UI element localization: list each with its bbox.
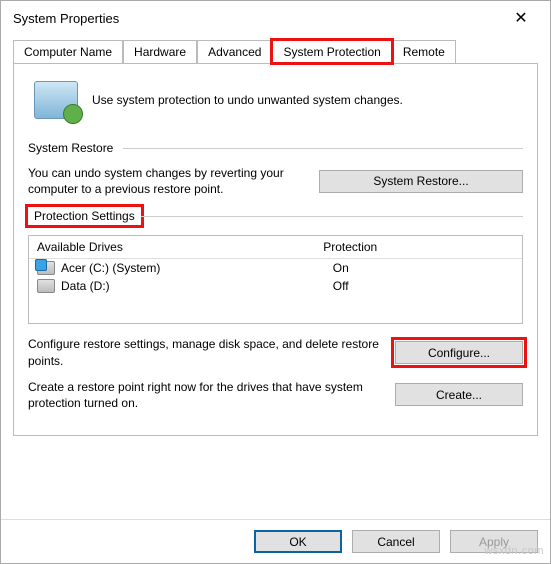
tab-advanced[interactable]: Advanced xyxy=(197,40,272,63)
configure-button[interactable]: Configure... xyxy=(395,341,523,364)
intro-text: Use system protection to undo unwanted s… xyxy=(92,93,403,107)
create-desc: Create a restore point right now for the… xyxy=(28,379,381,411)
drive-protection: Off xyxy=(333,279,514,293)
drive-row[interactable]: Data (D:) Off xyxy=(29,277,522,295)
tab-computer-name[interactable]: Computer Name xyxy=(13,40,123,63)
drive-name: Acer (C:) (System) xyxy=(61,261,333,275)
system-protection-panel: Use system protection to undo unwanted s… xyxy=(13,63,538,436)
section-header-protection-settings: Protection Settings xyxy=(28,207,523,225)
drive-row[interactable]: Acer (C:) (System) On xyxy=(29,259,522,277)
intro-row: Use system protection to undo unwanted s… xyxy=(28,75,523,133)
drive-icon xyxy=(37,261,55,275)
configure-row: Configure restore settings, manage disk … xyxy=(28,336,523,368)
dialog-footer: OK Cancel Apply xyxy=(1,519,550,563)
section-header-system-restore: System Restore xyxy=(28,141,523,155)
create-row: Create a restore point right now for the… xyxy=(28,379,523,411)
titlebar: System Properties ✕ xyxy=(1,1,550,35)
section-title-system-restore: System Restore xyxy=(28,141,123,155)
col-header-drives: Available Drives xyxy=(37,240,323,254)
drive-icon xyxy=(37,279,55,293)
configure-desc: Configure restore settings, manage disk … xyxy=(28,336,381,368)
ok-button[interactable]: OK xyxy=(254,530,342,553)
drive-protection: On xyxy=(333,261,514,275)
drives-list: Available Drives Protection Acer (C:) (S… xyxy=(28,235,523,324)
tabstrip: Computer Name Hardware Advanced System P… xyxy=(13,40,538,64)
section-title-protection-settings: Protection Settings xyxy=(28,207,141,225)
drives-body: Acer (C:) (System) On Data (D:) Off xyxy=(29,259,522,323)
system-restore-button[interactable]: System Restore... xyxy=(319,170,523,193)
divider xyxy=(141,216,523,217)
drives-header: Available Drives Protection xyxy=(29,236,522,259)
close-icon[interactable]: ✕ xyxy=(504,6,538,30)
apply-button[interactable]: Apply xyxy=(450,530,538,553)
tab-hardware[interactable]: Hardware xyxy=(123,40,197,63)
content-area: Computer Name Hardware Advanced System P… xyxy=(1,35,550,519)
cancel-button[interactable]: Cancel xyxy=(352,530,440,553)
system-protection-icon xyxy=(34,81,78,119)
divider xyxy=(123,148,523,149)
window-title: System Properties xyxy=(13,11,119,26)
tab-system-protection[interactable]: System Protection xyxy=(272,40,391,63)
col-header-protection: Protection xyxy=(323,240,514,254)
tab-remote[interactable]: Remote xyxy=(392,40,456,63)
system-restore-row: You can undo system changes by reverting… xyxy=(28,165,523,197)
system-properties-window: System Properties ✕ Computer Name Hardwa… xyxy=(0,0,551,564)
drive-name: Data (D:) xyxy=(61,279,333,293)
system-restore-desc: You can undo system changes by reverting… xyxy=(28,165,305,197)
create-button[interactable]: Create... xyxy=(395,383,523,406)
